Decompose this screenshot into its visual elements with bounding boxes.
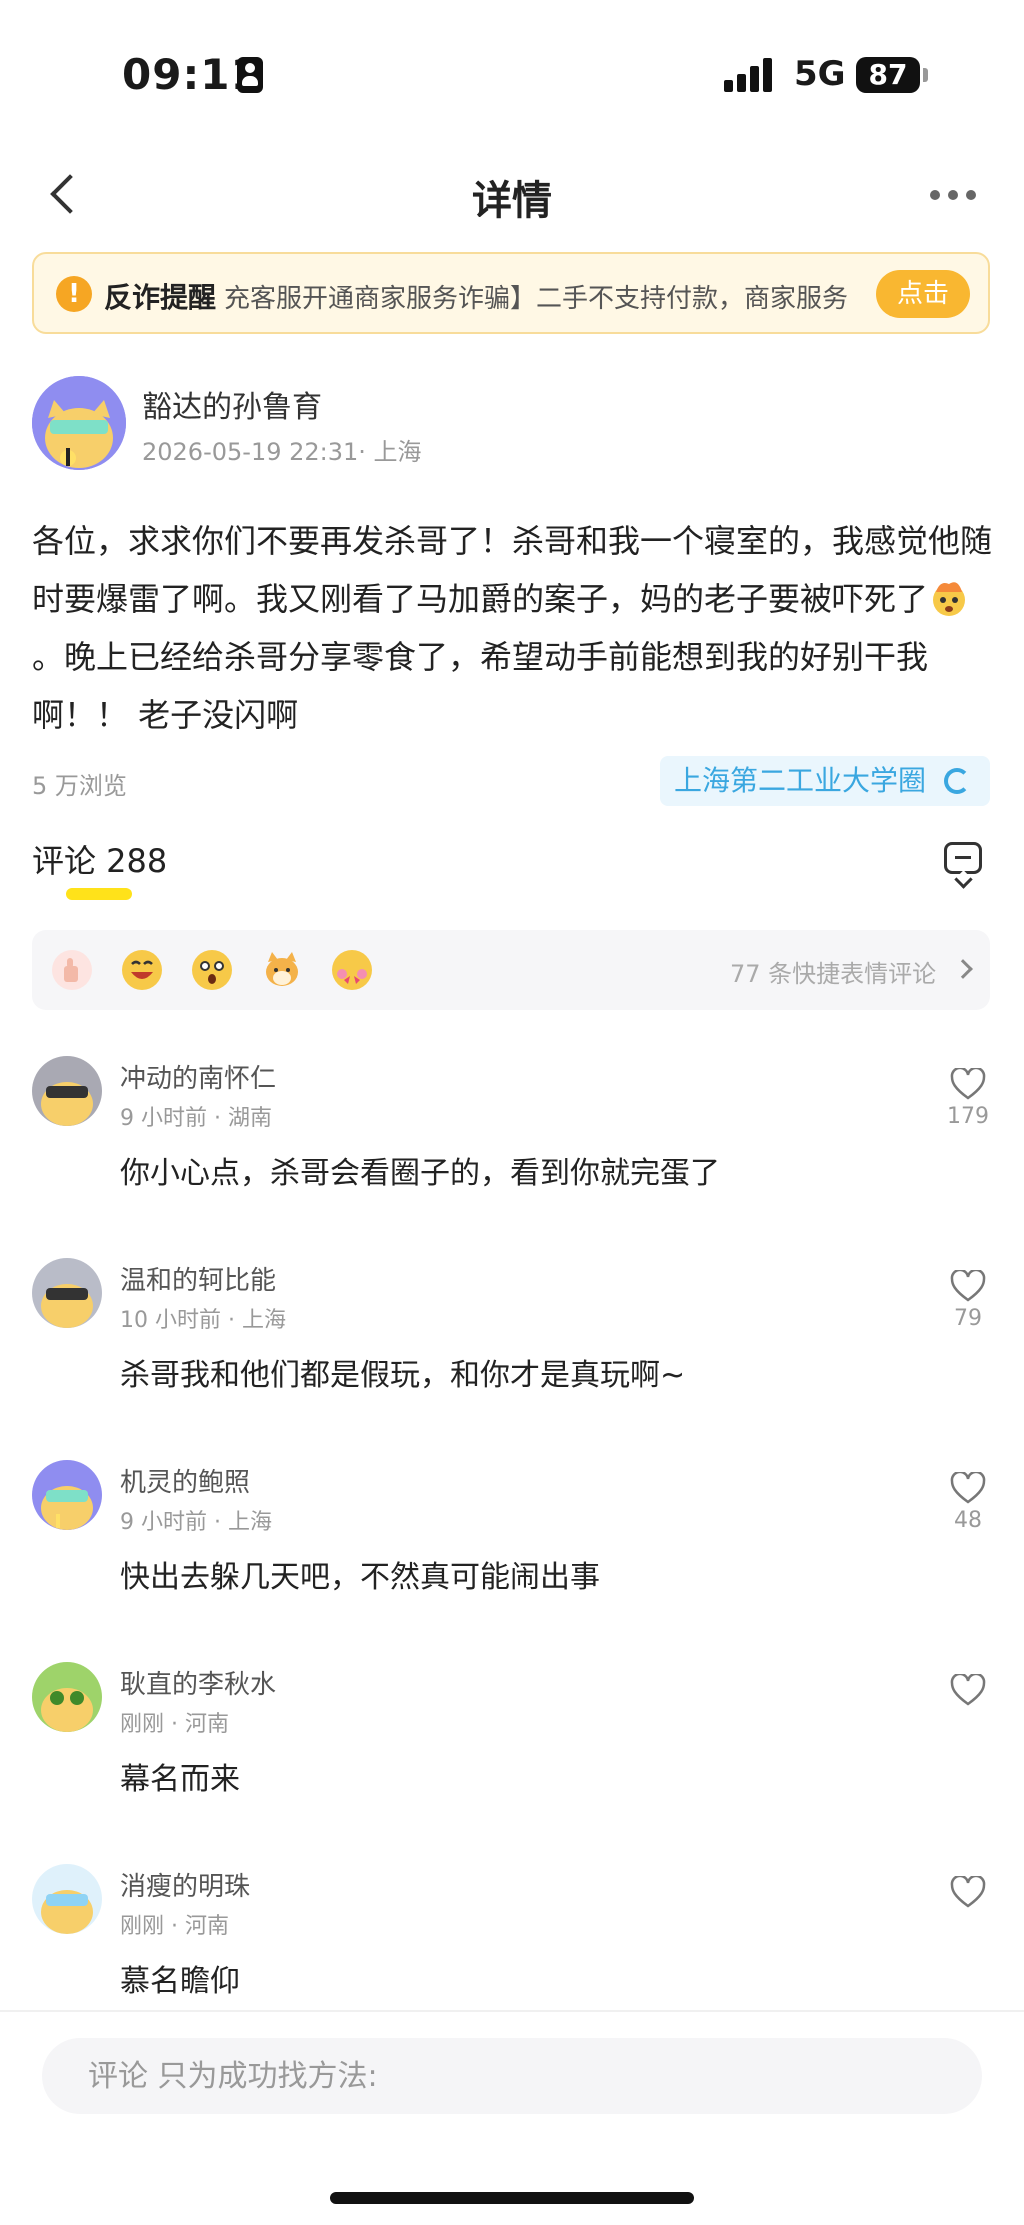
avatar[interactable]	[32, 1258, 102, 1328]
post-timestamp: 2026-05-19 22:31· 上海	[142, 438, 422, 466]
comment-meta: 10 小时前 · 上海	[120, 1308, 286, 1333]
heart-icon[interactable]	[950, 1876, 986, 1908]
comment-text[interactable]: 你小心点，杀哥会看圈子的，看到你就完蛋了	[120, 1148, 720, 1192]
more-icon[interactable]	[930, 188, 980, 202]
nav-bar: 详情	[0, 150, 1024, 240]
avatar[interactable]	[32, 376, 126, 470]
chevron-right-icon[interactable]	[953, 959, 973, 979]
avatar[interactable]	[32, 1056, 102, 1126]
heart-icon[interactable]	[950, 1472, 986, 1504]
like-count: 48	[954, 1508, 982, 1533]
avatar[interactable]	[32, 1460, 102, 1530]
warning-icon: !	[56, 276, 92, 312]
circle-tag[interactable]: 上海第二工业大学圈	[660, 756, 990, 806]
like-count: 79	[954, 1306, 982, 1331]
exploding-head-emoji-icon	[933, 582, 966, 616]
divider	[0, 2010, 1024, 2012]
comment-author[interactable]: 机灵的鲍照	[120, 1462, 250, 1499]
comment-author[interactable]: 温和的轲比能	[120, 1260, 276, 1297]
view-count: 5 万浏览	[32, 772, 127, 800]
network-type: 5G	[794, 54, 846, 94]
post-body: 各位，求求你们不要再发杀哥了！杀哥和我一个寝室的，我感觉他随时要爆雷了啊。我又刚…	[32, 512, 992, 744]
home-indicator[interactable]	[330, 2192, 694, 2204]
heart-icon[interactable]	[950, 1068, 986, 1100]
comment-author[interactable]: 消瘦的明珠	[120, 1866, 250, 1903]
heart-icon[interactable]	[950, 1674, 986, 1706]
signal-icon	[724, 58, 776, 92]
circle-tag-label: 上海第二工业大学圈	[674, 764, 927, 797]
comment-text[interactable]: 慕名瞻仰	[120, 1956, 240, 2000]
comment-item: 冲动的南怀仁 9 小时前 · 湖南 你小心点，杀哥会看圈子的，看到你就完蛋了 1…	[0, 1056, 1024, 1256]
comment-author[interactable]: 耿直的李秋水	[120, 1664, 276, 1701]
grin-emoji-icon[interactable]	[120, 948, 164, 992]
post-text-part2: 。晚上已经给杀哥分享零食了，希望动手前能想到我的好别干我啊！！ 老子没闪啊	[32, 638, 929, 734]
thumbs-up-emoji-icon[interactable]	[50, 948, 94, 992]
heart-icon[interactable]	[950, 1270, 986, 1302]
comment-item: 耿直的李秋水 刚刚 · 河南 幕名而来	[0, 1662, 1024, 1862]
comment-meta: 刚刚 · 河南	[120, 1712, 229, 1737]
page-title: 详情	[472, 178, 552, 224]
dog-emoji-icon[interactable]	[260, 948, 304, 992]
comment-meta: 9 小时前 · 上海	[120, 1510, 272, 1535]
comment-text[interactable]: 幕名而来	[120, 1754, 240, 1798]
comment-item: 温和的轲比能 10 小时前 · 上海 杀哥我和他们都是假玩，和你才是真玩啊~ 7…	[0, 1258, 1024, 1458]
comment-item: 消瘦的明珠 刚刚 · 河南 慕名瞻仰	[0, 1864, 1024, 2010]
avatar[interactable]	[32, 1864, 102, 1934]
like-count: 179	[947, 1104, 989, 1129]
post-detail-page: 09:11 5G 87 详情 ! 反诈提醒 充客服开通商家服务诈骗】二手不支持付…	[0, 0, 1024, 2225]
comment-input[interactable]	[42, 2038, 982, 2114]
comment-text[interactable]: 杀哥我和他们都是假玩，和你才是真玩啊~	[120, 1350, 685, 1394]
surprised-emoji-icon[interactable]	[190, 948, 234, 992]
heart-face-emoji-icon[interactable]	[330, 948, 374, 992]
comment-item: 机灵的鲍照 9 小时前 · 上海 快出去躲几天吧，不然真可能闹出事 48	[0, 1460, 1024, 1660]
comment-author[interactable]: 冲动的南怀仁	[120, 1058, 276, 1095]
comment-count-header[interactable]: 评论 288	[32, 836, 167, 882]
reaction-count[interactable]: 77 条快捷表情评论	[730, 954, 936, 989]
banner-title: 反诈提醒	[104, 281, 217, 314]
battery-level: 87	[856, 57, 920, 93]
quick-reaction-bar: 77 条快捷表情评论	[32, 930, 990, 1010]
tab-underline	[66, 888, 132, 900]
comment-meta: 9 小时前 · 湖南	[120, 1106, 272, 1131]
anti-fraud-banner: ! 反诈提醒 充客服开通商家服务诈骗】二手不支持付款，商家服务 点击	[32, 252, 990, 334]
comment-meta: 刚刚 · 河南	[120, 1914, 229, 1939]
banner-button[interactable]: 点击	[876, 270, 970, 318]
author-name[interactable]: 豁达的孙鲁育	[142, 382, 322, 426]
refresh-icon	[944, 768, 970, 794]
post-text-part1: 各位，求求你们不要再发杀哥了！杀哥和我一个寝室的，我感觉他随时要爆雷了啊。我又刚…	[32, 522, 993, 618]
portrait-lock-icon	[237, 57, 263, 93]
avatar[interactable]	[32, 1662, 102, 1732]
status-bar: 09:11 5G 87	[0, 0, 1024, 150]
comment-bubble-icon[interactable]	[944, 842, 982, 874]
comment-text[interactable]: 快出去躲几天吧，不然真可能闹出事	[120, 1552, 600, 1596]
battery-icon	[923, 68, 928, 82]
banner-text: 充客服开通商家服务诈骗】二手不支持付款，商家服务	[224, 284, 849, 314]
